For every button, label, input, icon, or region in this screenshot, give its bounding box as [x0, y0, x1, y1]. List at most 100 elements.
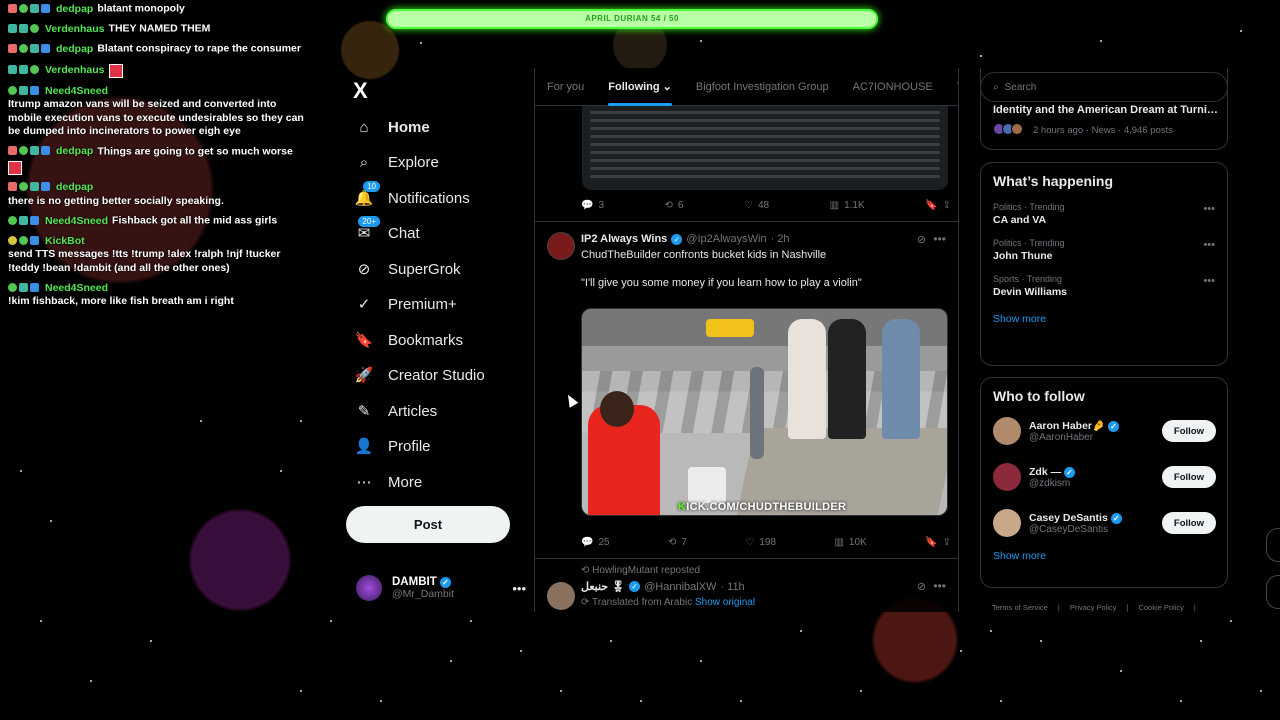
avatar — [356, 575, 382, 601]
badge-icon — [30, 85, 39, 95]
footer-link[interactable]: Privacy Policy — [1070, 603, 1117, 612]
chat-username[interactable]: KickBot — [45, 235, 85, 247]
avatar[interactable] — [547, 582, 575, 610]
chat-username[interactable]: Need4Sneed — [45, 85, 108, 97]
trend-item[interactable]: Politics · Trending CA and VA ••• — [981, 197, 1227, 233]
tweet-video[interactable]: KICK.COM/CHUDTHEBUILDER — [581, 308, 948, 516]
chat-username[interactable]: Need4Sneed — [45, 282, 108, 294]
badge-icon — [41, 182, 50, 192]
more-options-icon[interactable]: ••• — [1203, 239, 1215, 251]
chat-username[interactable]: dedpap — [56, 145, 93, 157]
footer-link[interactable]: Terms of Service — [992, 603, 1048, 612]
reply-button[interactable]: 💬 3 — [581, 200, 604, 211]
follow-suggestion[interactable]: Zdk — ✓ @zdkism Follow — [981, 454, 1227, 500]
nav-item-profile[interactable]: 👤 Profile — [354, 436, 431, 456]
chat-username[interactable]: dedpap — [56, 43, 93, 55]
chat-badges — [8, 281, 41, 295]
grok-icon[interactable]: ⊘ — [917, 233, 926, 246]
more-options-icon[interactable]: ••• — [512, 581, 526, 596]
account-switcher[interactable]: DAMBIT ✓ @Mr_Dambit ••• — [356, 575, 526, 601]
share-icon[interactable]: ⇪ — [943, 537, 951, 548]
more-options-icon[interactable]: ••• — [933, 232, 946, 246]
star — [300, 690, 302, 692]
like-button[interactable]: ♡ 198 — [745, 537, 776, 548]
nav-item-notifications[interactable]: 🔔 10 Notifications — [354, 181, 470, 208]
trend-item[interactable]: Politics · Trending John Thune ••• — [981, 233, 1227, 269]
nav-item-more[interactable]: ⋯ More — [354, 472, 423, 492]
show-original-link[interactable]: Show original — [695, 597, 755, 608]
follow-suggestion[interactable]: Aaron Haber🤌 ✓ @AaronHaber Follow — [981, 408, 1227, 454]
nav-item-bookmarks[interactable]: 🔖 Bookmarks — [354, 330, 463, 350]
more-options-icon[interactable]: ••• — [933, 579, 946, 593]
author-handle[interactable]: @HannibalXW — [644, 581, 716, 593]
tab-tl[interactable]: Tl — [957, 81, 958, 93]
stream-chat-overlay: dedpap blatant monopoly Verdenhaus THEY NAM… — [8, 2, 308, 315]
views-button[interactable]: ▥ 10K — [834, 537, 866, 548]
nav-item-supergrok[interactable]: ⊘ SuperGrok — [354, 259, 461, 279]
repost-button[interactable]: ⟲ 7 — [668, 537, 687, 548]
follow-button[interactable]: Follow — [1161, 512, 1216, 534]
like-button[interactable]: ♡ 48 — [744, 200, 769, 211]
share-icon[interactable]: ⇪ — [943, 200, 951, 211]
tweet-time[interactable]: · 11h — [720, 581, 744, 593]
verified-badge-icon: ✓ — [671, 233, 683, 245]
nav-item-home[interactable]: ⌂ Home — [354, 117, 429, 137]
avatar[interactable] — [547, 232, 575, 260]
badge-icon — [19, 65, 28, 75]
tweet-time[interactable]: · 2h — [771, 233, 790, 245]
trend-item[interactable]: Sports · Trending Devin Williams ••• — [981, 269, 1227, 305]
chat-username[interactable]: dedpap — [56, 3, 93, 15]
badge-icon — [8, 3, 17, 13]
chat-username[interactable]: Verdenhaus — [45, 64, 105, 76]
nav-item-creator-studio[interactable]: 🚀 Creator Studio — [354, 365, 485, 385]
more-options-icon[interactable]: ••• — [1203, 203, 1215, 215]
follow-suggestion[interactable]: Casey DeSantis ✓ @CaseyDeSantis Follow — [981, 500, 1227, 546]
author-name[interactable]: IP2 Always Wins — [581, 233, 667, 245]
grok-floating-icon[interactable] — [1266, 528, 1280, 562]
follow-button[interactable]: Follow — [1161, 420, 1216, 442]
divider — [535, 558, 958, 559]
author-name[interactable]: حنبعل 🎖 — [581, 580, 625, 593]
bookmark-button[interactable]: 🔖 ⇪ — [925, 537, 951, 548]
show-more-link[interactable]: Show more — [981, 546, 1227, 572]
who-to-follow-card: Who to follow Aaron Haber🤌 ✓ @AaronHaber F… — [980, 377, 1228, 588]
search-input[interactable]: ⌕ Search — [980, 72, 1228, 102]
views-button[interactable]: ▥ 1.1K — [830, 200, 865, 211]
nav-item-articles[interactable]: ✎ Articles — [354, 401, 437, 421]
chat-username[interactable]: dedpap — [56, 181, 93, 193]
more-options-icon[interactable]: ••• — [1203, 275, 1215, 287]
search-icon: ⌕ — [359, 153, 369, 171]
footer-link[interactable]: Cookie Policy — [1138, 603, 1183, 612]
show-more-link[interactable]: Show more — [981, 305, 1227, 335]
grok-icon[interactable]: ⊘ — [917, 580, 926, 593]
reply-button[interactable]: 💬 25 — [581, 537, 610, 548]
post-button[interactable]: Post — [346, 506, 510, 543]
chat-username[interactable]: Verdenhaus — [45, 23, 105, 35]
messages-floating-icon[interactable] — [1266, 575, 1280, 609]
repost-button[interactable]: ⟲ 6 — [665, 200, 684, 211]
tab-for-you[interactable]: For you — [547, 81, 584, 93]
repost-attribution[interactable]: ⟲ HowlingMutant reposted — [581, 565, 700, 576]
star — [960, 650, 962, 652]
star — [90, 680, 92, 682]
tab-following[interactable]: Following ⌄ — [608, 80, 672, 106]
star — [990, 630, 992, 632]
badge-icon — [19, 182, 28, 192]
nav-item-explore[interactable]: ⌕ Explore — [354, 152, 439, 172]
chat-message: dedpap there is no getting better sociall… — [8, 181, 308, 209]
chat-username[interactable]: Need4Sneed — [45, 215, 108, 227]
nav-item-premium[interactable]: ✓ Premium+ — [354, 294, 457, 314]
tab-bigfoot-investigation-group[interactable]: Bigfoot Investigation Group — [696, 81, 829, 93]
previous-tweet-media[interactable] — [582, 106, 948, 190]
star — [200, 420, 202, 422]
author-handle[interactable]: @Ip2AlwaysWin — [686, 233, 766, 245]
x-logo[interactable]: X — [353, 78, 368, 104]
bookmark-button[interactable]: 🔖 ⇪ — [925, 200, 951, 211]
footer-links: Terms of Service | Privacy Policy | Cookie P… — [992, 603, 1196, 612]
suggestion-handle: @AaronHaber — [1029, 432, 1094, 443]
badge-icon — [8, 146, 17, 156]
globe-icon: ⟳ — [581, 597, 592, 608]
nav-item-chat[interactable]: ✉ 20+ Chat — [354, 216, 420, 243]
tab-ac7ionhouse[interactable]: AC7IONHOUSE — [853, 81, 933, 93]
follow-button[interactable]: Follow — [1161, 466, 1216, 488]
